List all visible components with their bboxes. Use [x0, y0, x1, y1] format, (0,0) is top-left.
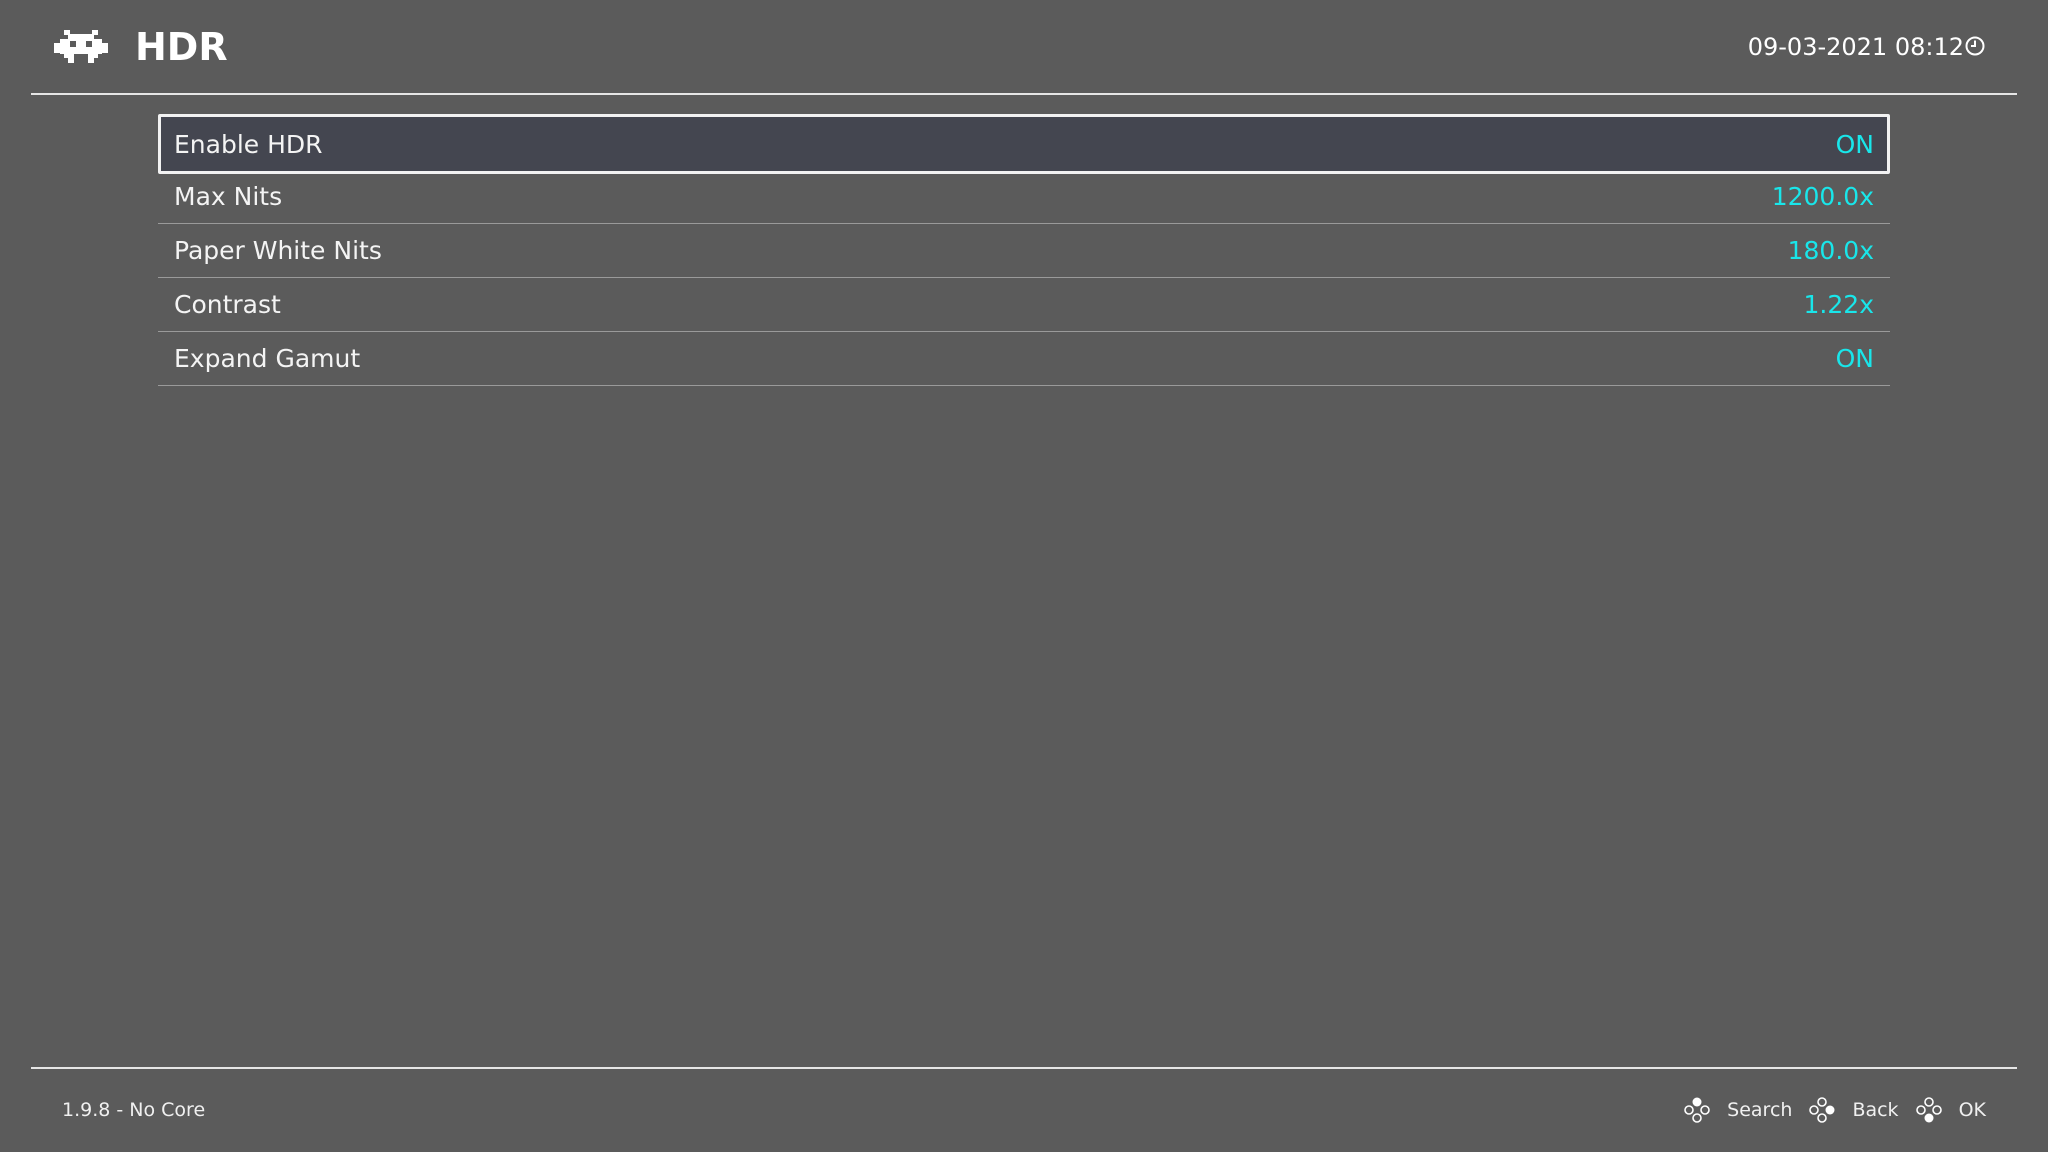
setting-value: 1.22x	[1803, 290, 1874, 319]
hint-ok[interactable]: OK	[1915, 1096, 1986, 1124]
setting-row-max-nits[interactable]: Max Nits 1200.0x	[158, 170, 1890, 224]
setting-value: ON	[1835, 130, 1874, 159]
control-hints: Search Back OK	[1667, 1094, 1986, 1126]
hint-label: OK	[1958, 1099, 1986, 1121]
setting-label: Max Nits	[174, 182, 283, 211]
header: HDR 09-03-2021 08:12	[0, 0, 2048, 94]
gamepad-buttons-bottom-icon	[1915, 1097, 1942, 1123]
hint-back[interactable]: Back	[1808, 1096, 1899, 1124]
setting-value: 1200.0x	[1771, 182, 1874, 211]
setting-row-contrast[interactable]: Contrast 1.22x	[158, 278, 1890, 332]
settings-list: Enable HDR ON Max Nits 1200.0x Paper Whi…	[158, 114, 1890, 386]
setting-label: Contrast	[174, 290, 281, 319]
hint-search[interactable]: Search	[1683, 1096, 1792, 1124]
setting-row-expand-gamut[interactable]: Expand Gamut ON	[158, 332, 1890, 386]
retroarch-invader-icon	[54, 30, 108, 63]
setting-label: Enable HDR	[174, 130, 323, 159]
setting-row-enable-hdr[interactable]: Enable HDR ON	[158, 114, 1890, 174]
gamepad-buttons-top-icon	[1684, 1097, 1710, 1123]
retroarch-hdr-screen: HDR 09-03-2021 08:12 Enable HDR ON Max N…	[0, 0, 2048, 1152]
footer-divider	[31, 1067, 2017, 1069]
clock-icon	[1965, 36, 1985, 56]
hint-label: Search	[1727, 1099, 1793, 1121]
setting-label: Paper White Nits	[174, 236, 382, 265]
setting-value: ON	[1835, 344, 1874, 373]
setting-value: 180.0x	[1787, 236, 1874, 265]
setting-row-paper-white-nits[interactable]: Paper White Nits 180.0x	[158, 224, 1890, 278]
setting-label: Expand Gamut	[174, 344, 361, 373]
version-label: 1.9.8 - No Core	[62, 1099, 206, 1121]
page-title: HDR	[135, 25, 228, 69]
header-divider	[31, 93, 2017, 95]
gamepad-buttons-right-icon	[1809, 1097, 1835, 1123]
datetime: 09-03-2021 08:12	[1747, 33, 1964, 61]
hint-label: Back	[1852, 1099, 1899, 1121]
